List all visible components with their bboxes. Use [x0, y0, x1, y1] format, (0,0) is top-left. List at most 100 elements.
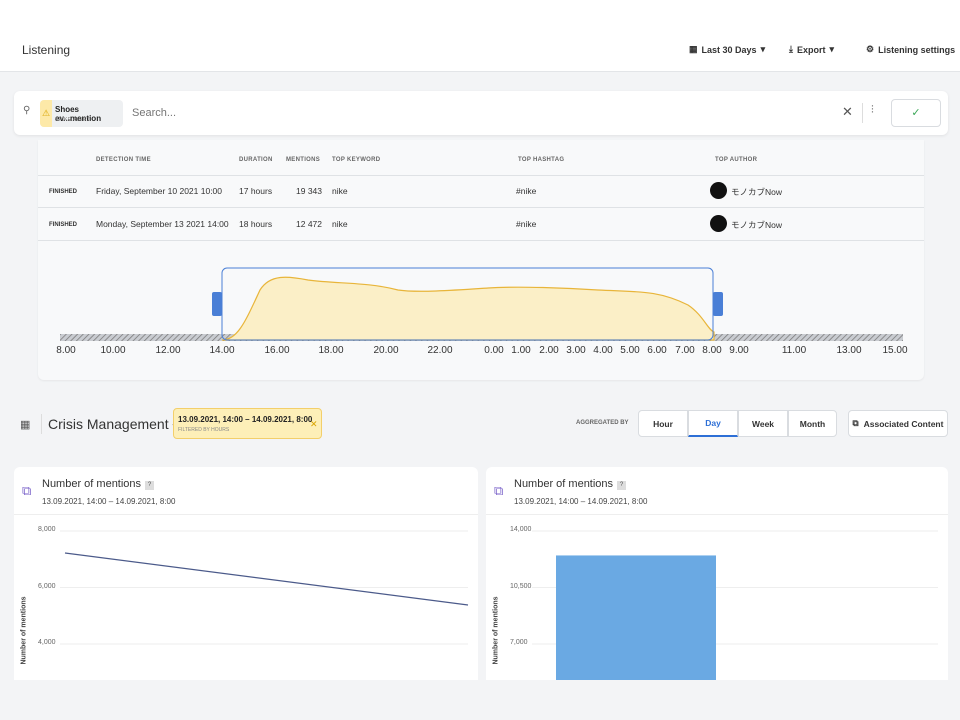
close-icon[interactable]: ✕: [310, 419, 318, 430]
mentions-chart: [60, 530, 469, 645]
timeline-tick-label: 2.00: [539, 345, 559, 356]
column-header: DETECTION TIME: [96, 157, 151, 163]
timeline-tick-label: 8.00: [702, 345, 722, 356]
mentions-chart: [532, 530, 938, 680]
listening-settings-button[interactable]: ⚙ Listening settings: [866, 44, 955, 55]
detection-time: Friday, September 10 2021 10:00: [96, 186, 223, 196]
agg-day[interactable]: Day: [688, 410, 738, 437]
timeline-tick-label: 12.00: [155, 345, 181, 356]
agg-week[interactable]: Week: [738, 410, 788, 437]
timeline-tick-label: 5.00: [620, 345, 640, 356]
timeline-tick-label: 11.00: [781, 345, 807, 356]
y-tick-label: 10,500: [510, 582, 532, 590]
timeline-tick-label: 8.00: [56, 345, 76, 356]
gear-icon: ⚙: [866, 44, 875, 54]
search-icon: ⚲: [23, 105, 31, 116]
timeline-tick-label: 13.00: [836, 345, 862, 356]
spike-alerts-card: DETECTION TIME DURATION MENTIONS TOP KEY…: [38, 140, 924, 380]
timeline-tick-label: 16.00: [264, 345, 290, 356]
timeline-tick-label: 9.00: [729, 345, 749, 356]
divider: [38, 207, 924, 208]
timeline-tick-label: 14.00: [209, 345, 235, 356]
y-tick-label: 14,000: [510, 526, 532, 533]
series-line: [64, 552, 469, 606]
duration: 18 hours: [239, 219, 273, 229]
divider: [38, 175, 924, 176]
mentions-panel: ⧉ Number of mentions? 13.09.2021, 14:00 …: [486, 467, 948, 680]
warning-icon: ⚠: [40, 100, 52, 127]
duration: 17 hours: [239, 186, 273, 196]
divider: [862, 103, 863, 123]
mentions-panel: ⧉ Number of mentions? 13.09.2021, 14:00 …: [14, 467, 478, 680]
timeline-tick-label: 4.00: [593, 345, 613, 356]
top-keyword: nike: [332, 186, 348, 196]
column-header: TOP AUTHOR: [715, 157, 758, 163]
divider: [38, 240, 924, 241]
top-hashtag: #nike: [516, 219, 537, 229]
grid-icon[interactable]: ▦: [20, 418, 30, 431]
y-tick-label: 8,000: [38, 526, 56, 533]
y-axis-label: Number of mentions: [20, 596, 28, 665]
timeline-area: [221, 276, 715, 341]
filter-label: FILTERED BY HOURS: [178, 427, 230, 433]
avatar: [710, 182, 727, 199]
caret-down-icon: ▾: [760, 44, 766, 54]
column-header: DURATION: [239, 157, 273, 163]
detection-time: Monday, September 13 2021 14:00: [96, 219, 229, 229]
download-icon: ⤓: [789, 44, 793, 54]
timeline-tick-label: 1.00: [511, 345, 531, 356]
filter-sliders-icon[interactable]: ⫶: [871, 104, 874, 117]
divider: [41, 414, 42, 434]
bar: [556, 555, 716, 680]
mentions: 12 472: [296, 219, 322, 229]
y-tick-label: 4,000: [38, 639, 56, 646]
column-header: TOP KEYWORD: [332, 157, 381, 163]
caret-down-icon: ▾: [829, 44, 835, 54]
timeline-tick-label: 20.00: [373, 345, 399, 356]
timeline-tick-label: 3.00: [566, 345, 586, 356]
status-badge: FINISHED: [49, 222, 78, 228]
timeline-tick-label: 7.00: [675, 345, 695, 356]
timeline-tick-label: 15.00: [882, 345, 908, 356]
date-range-button[interactable]: ▦ Last 30 Days ▾: [689, 44, 765, 55]
column-header: TOP HASHTAG: [518, 157, 565, 163]
check-icon: ✓: [911, 107, 921, 119]
calendar-icon: ▦: [689, 44, 698, 54]
chip-subtitle: SPIKE ALERT: [55, 117, 91, 123]
y-tick-label: 7,000: [510, 639, 528, 646]
search-bar: ⚲ ⚠ Shoes ev...mention SPIKE ALERT ✕ ⫶ ✓: [14, 91, 948, 135]
right-drag-handle[interactable]: [713, 292, 723, 316]
confirm-button[interactable]: ✓: [891, 99, 941, 127]
avatar: [710, 215, 727, 232]
associated-content-button[interactable]: ⧉ Associated Content: [848, 410, 948, 437]
timeline-chart[interactable]: [38, 260, 924, 380]
y-axis-label: Number of mentions: [492, 596, 500, 665]
timeline-tick-label: 0.00: [484, 345, 504, 356]
spike-alert-chip[interactable]: ⚠ Shoes ev...mention SPIKE ALERT: [40, 100, 123, 127]
agg-hour[interactable]: Hour: [638, 410, 688, 437]
timeline-tick-label: 6.00: [647, 345, 667, 356]
clear-icon[interactable]: ✕: [842, 104, 853, 120]
left-drag-handle[interactable]: [212, 292, 222, 316]
filter-chip[interactable]: 13.09.2021, 14:00 – 14.09.2021, 8:00 FIL…: [173, 408, 322, 439]
page-title: Listening: [22, 43, 71, 57]
y-tick-label: 6,000: [38, 582, 56, 590]
top-author[interactable]: モノカブNow: [731, 186, 782, 198]
dashboard-selector[interactable]: Crisis Management ▾: [48, 416, 177, 432]
timeline-tick-label: 18.00: [318, 345, 344, 356]
column-header: MENTIONS: [286, 157, 321, 163]
top-header: Listening ▦ Last 30 Days ▾ ⤓ Export ▾ ⚙ Liste…: [0, 0, 960, 72]
filter-range: 13.09.2021, 14:00 – 14.09.2021, 8:00: [178, 415, 313, 424]
aggregated-by-label: AGGREGATED BY: [576, 420, 629, 426]
agg-month[interactable]: Month: [788, 410, 837, 437]
timeline-tick-label: 10.00: [100, 345, 126, 356]
timeline-tick-label: 22.00: [427, 345, 453, 356]
search-input[interactable]: [132, 103, 732, 123]
dashboard-name: Crisis Management: [48, 416, 169, 432]
top-author[interactable]: モノカブNow: [731, 219, 782, 231]
mentions: 19 343: [296, 186, 322, 196]
top-hashtag: #nike: [516, 186, 537, 196]
top-keyword: nike: [332, 219, 348, 229]
export-button[interactable]: ⤓ Export ▾: [789, 44, 834, 55]
external-link-icon: ⧉: [852, 418, 859, 428]
